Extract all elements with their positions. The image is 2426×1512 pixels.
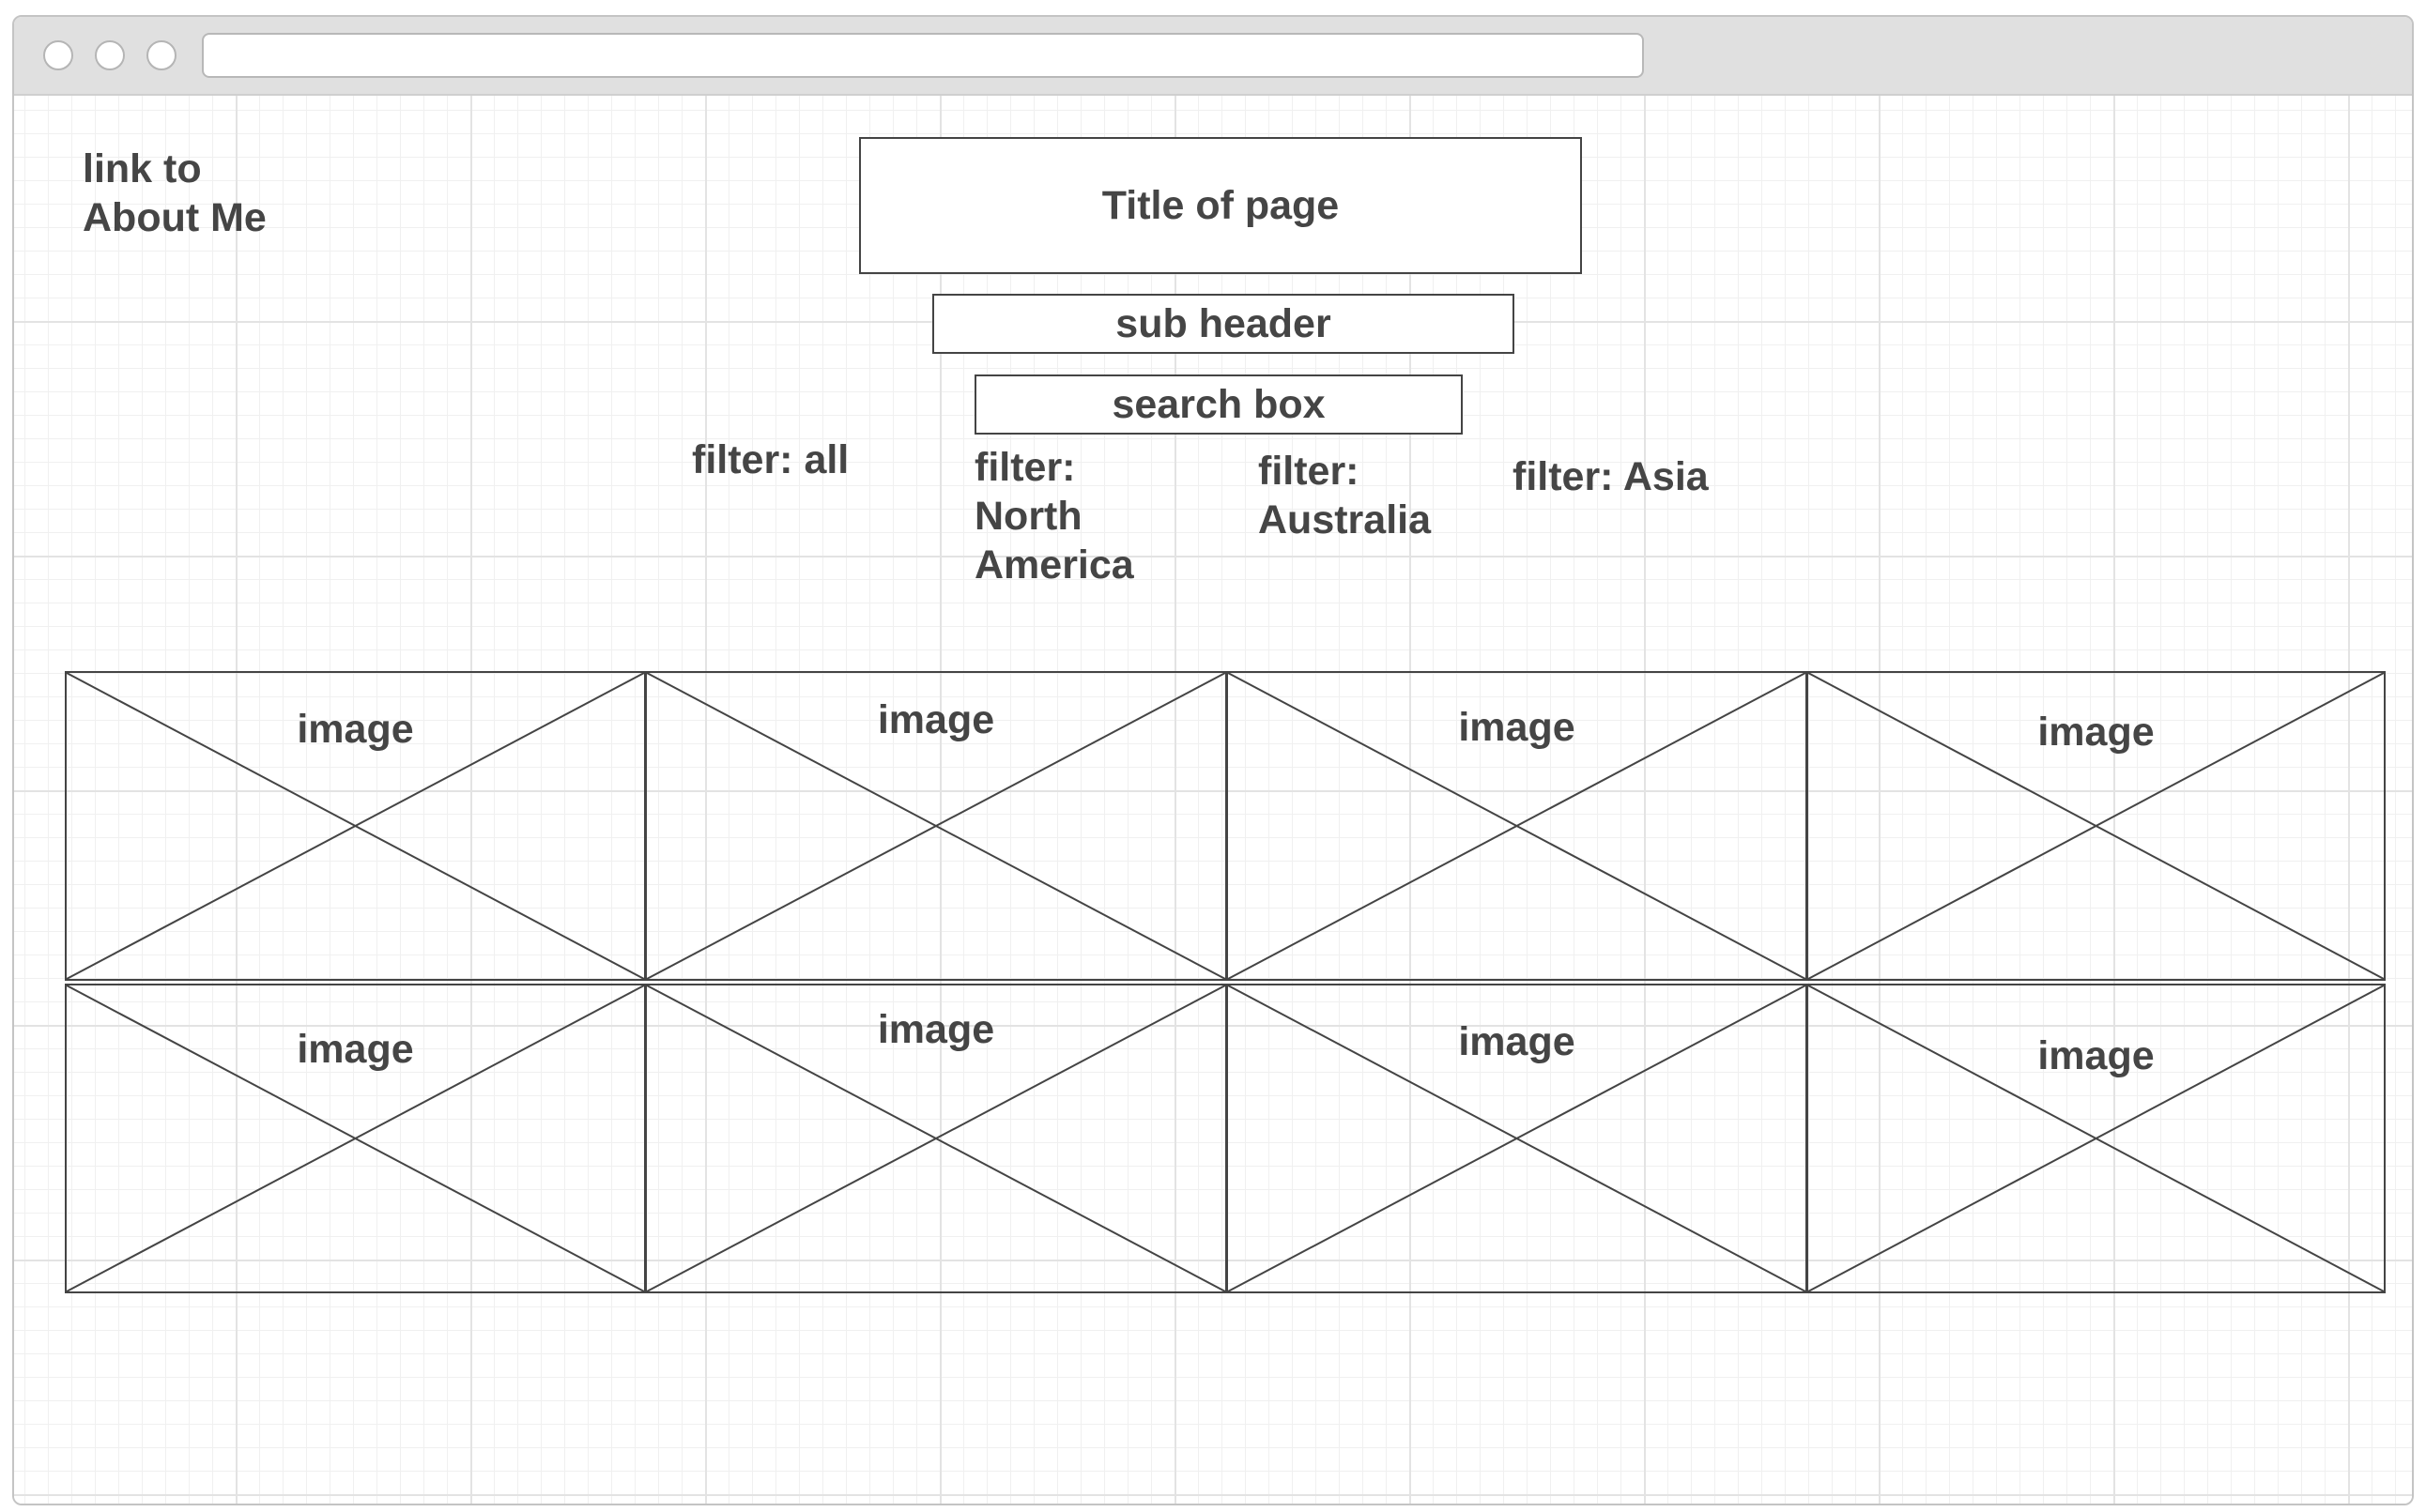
filter-australia[interactable]: filter: Australia [1258,447,1431,544]
image-label: image [1458,1019,1575,1064]
page-title-box: Title of page [859,137,1582,274]
image-placeholder[interactable]: image [645,671,1227,981]
search-box[interactable]: search box [975,374,1463,435]
image-label: image [877,1007,995,1052]
image-placeholder[interactable]: image [1226,984,1807,1293]
wireframe-canvas: link to About Me Title of page sub heade… [14,96,2412,1504]
search-box-label: search box [1112,381,1326,427]
subheader-label: sub header [1115,300,1331,346]
address-bar[interactable] [202,33,1644,78]
image-label: image [297,707,414,752]
window-close-dot[interactable] [43,40,73,70]
image-label: image [297,1027,414,1072]
image-label: image [1458,705,1575,750]
image-placeholder[interactable]: image [1806,671,2386,981]
image-label: image [877,697,995,742]
image-label: image [2037,1033,2155,1078]
image-placeholder[interactable]: image [65,984,646,1293]
image-placeholder[interactable]: image [1806,984,2386,1293]
about-me-link[interactable]: link to About Me [83,145,267,242]
filter-asia[interactable]: filter: Asia [1512,452,1709,501]
filter-north-america[interactable]: filter: North America [975,443,1134,589]
subheader-box: sub header [932,294,1514,354]
image-placeholder[interactable]: image [645,984,1227,1293]
browser-window: link to About Me Title of page sub heade… [12,15,2414,1505]
image-placeholder-cross-icon [1808,985,2384,1291]
window-minimize-dot[interactable] [95,40,125,70]
window-maximize-dot[interactable] [146,40,177,70]
page-title: Title of page [1101,182,1340,228]
filter-all[interactable]: filter: all [692,435,849,484]
image-label: image [2037,710,2155,755]
browser-titlebar [14,17,2412,96]
image-placeholder[interactable]: image [65,671,646,981]
image-placeholder[interactable]: image [1226,671,1807,981]
